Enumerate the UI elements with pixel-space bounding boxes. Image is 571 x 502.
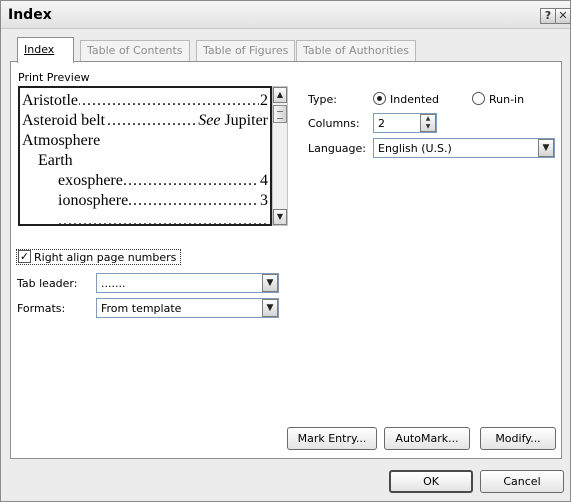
- scroll-down-icon[interactable]: ▼: [273, 209, 287, 225]
- preview-entry: Aristotle: [22, 92, 79, 109]
- language-value: English (U.S.): [378, 142, 452, 155]
- tab-index[interactable]: Index: [17, 37, 74, 63]
- language-select[interactable]: English (U.S.): [373, 138, 555, 158]
- tab-leader-dropdown-icon[interactable]: ▼: [262, 274, 278, 292]
- radio-indented-label[interactable]: Indented: [390, 93, 439, 106]
- preview-line: ........................................…: [58, 192, 268, 210]
- radio-indented[interactable]: [373, 92, 386, 105]
- right-align-label[interactable]: Right align page numbers: [34, 251, 176, 264]
- automark-button[interactable]: AutoMark...: [384, 427, 470, 450]
- preview-line: Atmosphere: [22, 132, 268, 150]
- preview-see-word: See: [198, 112, 221, 129]
- tab-table-of-contents[interactable]: Table of Contents: [80, 40, 190, 61]
- formats-label: Formats:: [17, 302, 66, 315]
- preview-entry: ionosphere: [58, 192, 130, 209]
- cancel-button[interactable]: Cancel: [480, 470, 564, 493]
- ok-button[interactable]: OK: [389, 470, 473, 493]
- tab-table-of-figures[interactable]: Table of Figures: [196, 40, 296, 61]
- formats-value: From template: [101, 302, 182, 315]
- columns-spinner-icon[interactable]: ▲ ▼: [420, 114, 436, 132]
- preview-entry: exosphere: [58, 172, 124, 189]
- mark-entry-button[interactable]: Mark Entry...: [287, 427, 377, 450]
- columns-value: 2: [378, 117, 385, 130]
- formats-dropdown-icon[interactable]: ▼: [262, 299, 278, 317]
- right-align-checkbox[interactable]: ✓: [18, 250, 31, 263]
- tab-table-of-authorities[interactable]: Table of Authorities: [296, 40, 416, 61]
- language-dropdown-icon[interactable]: ▼: [538, 139, 554, 157]
- language-label: Language:: [308, 142, 366, 155]
- formats-select[interactable]: From template: [96, 298, 279, 318]
- tab-panel: Print Preview ..........................…: [10, 61, 562, 459]
- tab-leader-value: .......: [101, 277, 126, 290]
- radio-run-in[interactable]: [472, 92, 485, 105]
- preview-entry: Asteroid belt: [22, 112, 107, 129]
- help-icon[interactable]: ?: [540, 8, 556, 24]
- scroll-thumb[interactable]: [273, 105, 287, 123]
- preview-see: See Jupiter: [197, 112, 268, 130]
- preview-page: 3: [259, 192, 268, 210]
- preview-line: ........................................…: [58, 172, 268, 190]
- close-icon[interactable]: ✕: [555, 8, 571, 24]
- preview-entry: Earth: [38, 152, 74, 169]
- preview-line: Earth: [38, 152, 268, 170]
- preview-scrollbar[interactable]: ▲ ▼: [272, 86, 288, 226]
- radio-run-in-label[interactable]: Run-in: [489, 93, 524, 106]
- preview-line: ........................................…: [22, 112, 268, 130]
- preview-page: 2: [259, 92, 268, 110]
- modify-button[interactable]: Modify...: [480, 427, 556, 450]
- print-preview-label: Print Preview: [18, 71, 90, 84]
- title-bar[interactable]: Index ? ✕: [1, 1, 571, 29]
- preview-page: 4: [259, 172, 268, 190]
- print-preview: ........................................…: [18, 86, 272, 226]
- preview-line: ........................................…: [22, 92, 268, 110]
- columns-label: Columns:: [308, 117, 360, 130]
- dialog-title: Index: [8, 7, 52, 23]
- tab-leader-select[interactable]: .......: [96, 273, 279, 293]
- preview-line-clipped: ........................................…: [58, 212, 268, 226]
- index-dialog: Index ? ✕ Table of Contents Table of Fig…: [0, 0, 571, 502]
- tab-index-label: Index: [24, 43, 55, 56]
- preview-entry: Atmosphere: [22, 132, 102, 149]
- tab-leader-label: Tab leader:: [17, 277, 78, 290]
- preview-see-ref: Jupiter: [224, 112, 268, 129]
- scroll-up-icon[interactable]: ▲: [273, 87, 287, 103]
- type-label: Type:: [308, 93, 337, 106]
